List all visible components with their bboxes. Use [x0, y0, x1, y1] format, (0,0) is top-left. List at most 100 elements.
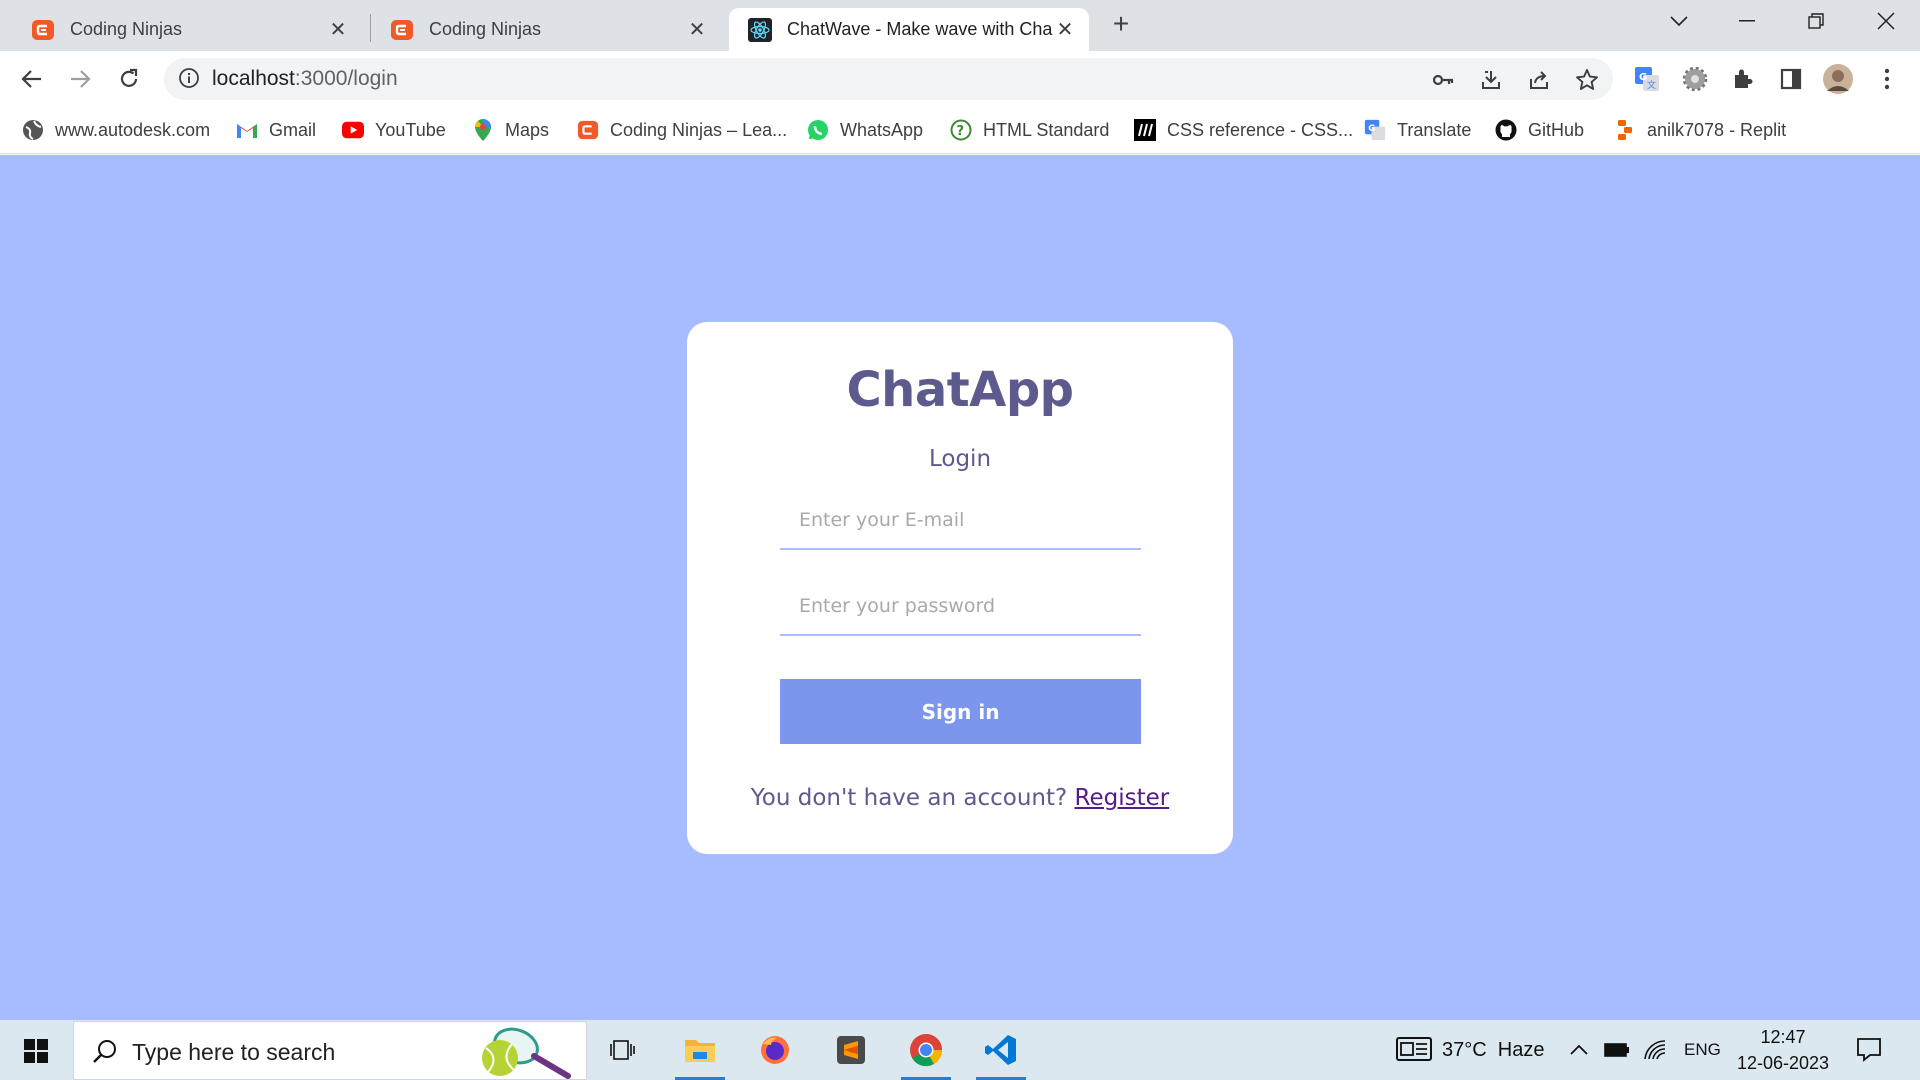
bookmark-github[interactable]: GitHub — [1495, 115, 1584, 145]
vscode-icon[interactable] — [971, 1020, 1031, 1080]
share-icon[interactable] — [1526, 67, 1552, 93]
bookmark-replit[interactable]: anilk7078 - Replit — [1614, 115, 1786, 145]
svg-text:文: 文 — [1647, 79, 1656, 91]
react-icon — [747, 17, 773, 43]
url-host: localhost — [212, 67, 295, 90]
install-app-icon[interactable] — [1478, 67, 1504, 93]
tab-title: Coding Ninjas — [70, 19, 183, 39]
search-icon — [92, 1038, 120, 1066]
tab-search-chevron-icon[interactable] — [1659, 6, 1699, 36]
reload-icon[interactable] — [113, 63, 145, 95]
register-link[interactable]: Register — [1075, 785, 1170, 811]
tennis-racket-icon — [478, 1024, 578, 1080]
wifi-icon[interactable] — [1643, 1034, 1667, 1066]
bookmarks-bar: www.autodesk.com Gmail YouTube Maps Codi… — [0, 107, 1920, 154]
weather-text: 37°C Haze — [1442, 1038, 1545, 1061]
bookmark-star-icon[interactable] — [1574, 67, 1600, 93]
bookmark-label: CSS reference - CSS... — [1167, 119, 1354, 140]
bookmark-maps[interactable]: Maps — [472, 115, 549, 145]
task-view-icon[interactable] — [594, 1020, 654, 1080]
restore-icon[interactable] — [1796, 6, 1836, 36]
tab-close-icon[interactable]: ✕ — [1053, 18, 1077, 42]
bookmark-label: HTML Standard — [983, 119, 1110, 140]
close-window-icon[interactable] — [1866, 6, 1906, 36]
replit-icon — [1614, 119, 1636, 141]
bookmark-label: Maps — [505, 119, 550, 140]
google-translate-icon[interactable]: G文 — [1632, 64, 1662, 94]
forward-arrow-icon[interactable] — [64, 63, 96, 95]
tab-close-icon[interactable]: ✕ — [685, 18, 709, 42]
svg-text:?: ? — [957, 124, 965, 139]
github-icon — [1495, 119, 1517, 141]
weather-widget[interactable]: 37°C Haze — [1396, 1034, 1545, 1066]
bookmark-label: YouTube — [375, 119, 446, 140]
profile-avatar[interactable] — [1823, 64, 1853, 94]
bookmark-label: Translate — [1397, 119, 1472, 140]
tab-strip: Coding Ninjas ✕ Coding Ninjas ✕ ChatWave… — [0, 0, 1920, 51]
coding-ninjas-icon — [389, 17, 415, 43]
bookmark-label: www.autodesk.com — [55, 119, 211, 140]
tab-coding-ninjas-1[interactable]: Coding Ninjas ✕ — [12, 8, 362, 51]
tab-title: ChatWave - Make wave with Cha — [787, 19, 1053, 39]
language-indicator[interactable]: ENG — [1684, 1034, 1721, 1066]
coding-ninjas-icon — [30, 17, 56, 43]
url-text: localhost:3000/login — [212, 67, 398, 91]
bookmark-label: Coding Ninjas – Lea... — [610, 119, 788, 140]
bookmark-autodesk[interactable]: www.autodesk.com — [22, 115, 210, 145]
login-card: ChatApp Login Sign in You don't have an … — [687, 322, 1233, 854]
browser-menu-kebab-icon[interactable] — [1872, 64, 1902, 94]
bookmark-html-standard[interactable]: ? HTML Standard — [950, 115, 1109, 145]
gmail-icon — [236, 119, 258, 141]
bookmark-whatsapp[interactable]: WhatsApp — [807, 115, 923, 145]
bookmark-translate[interactable]: G Translate — [1364, 115, 1471, 145]
notifications-icon[interactable] — [1856, 1033, 1882, 1065]
windows-start-icon[interactable] — [10, 1030, 62, 1072]
html-standard-icon: ? — [950, 119, 972, 141]
minimize-icon[interactable] — [1727, 6, 1767, 36]
battery-icon[interactable] — [1604, 1034, 1630, 1066]
whatsapp-icon — [807, 119, 829, 141]
bookmark-label: WhatsApp — [840, 119, 924, 140]
email-field[interactable] — [780, 492, 1141, 550]
login-page: ChatApp Login Sign in You don't have an … — [0, 155, 1920, 1020]
weather-icon — [1396, 1037, 1432, 1063]
maps-icon — [472, 119, 494, 141]
side-panel-icon[interactable] — [1776, 64, 1806, 94]
firefox-icon[interactable] — [745, 1020, 805, 1080]
taskbar-search-box[interactable]: Type here to search — [73, 1021, 587, 1080]
back-arrow-icon[interactable] — [16, 63, 48, 95]
login-title: Login — [928, 446, 992, 472]
bookmark-coding-ninjas[interactable]: Coding Ninjas – Lea... — [577, 115, 787, 145]
bookmark-gmail[interactable]: Gmail — [236, 115, 316, 145]
svg-text:G: G — [1639, 72, 1647, 83]
password-field[interactable] — [780, 578, 1141, 636]
clock-time: 12:47 — [1760, 1027, 1806, 1047]
app-logo: ChatApp — [846, 362, 1074, 418]
tab-coding-ninjas-2[interactable]: Coding Ninjas ✕ — [371, 8, 721, 51]
search-placeholder: Type here to search — [132, 1039, 336, 1065]
autodesk-icon — [22, 119, 44, 141]
bookmark-css-reference[interactable]: CSS reference - CSS... — [1134, 115, 1353, 145]
password-key-icon[interactable] — [1430, 67, 1456, 93]
file-explorer-icon[interactable] — [670, 1020, 730, 1080]
extension-gear-icon[interactable] — [1680, 64, 1710, 94]
youtube-icon — [342, 119, 364, 141]
site-info-icon[interactable] — [178, 67, 202, 91]
tab-close-icon[interactable]: ✕ — [326, 18, 350, 42]
show-hidden-icons-chevron-icon[interactable] — [1569, 1034, 1589, 1066]
sign-in-button[interactable]: Sign in — [780, 679, 1141, 744]
system-clock[interactable]: 12:47 12-06-2023 — [1728, 1024, 1838, 1076]
new-tab-plus-icon[interactable]: + — [1108, 10, 1134, 38]
svg-text:G: G — [1368, 123, 1375, 133]
bookmark-label: anilk7078 - Replit — [1647, 119, 1787, 140]
address-bar[interactable]: localhost:3000/login — [164, 58, 1613, 100]
clock-date: 12-06-2023 — [1736, 1053, 1830, 1073]
mdn-icon — [1134, 119, 1156, 141]
chrome-icon[interactable] — [896, 1020, 956, 1080]
sublime-text-icon[interactable] — [821, 1020, 881, 1080]
extensions-puzzle-icon[interactable] — [1728, 64, 1758, 94]
windows-taskbar: Type here to search 37°C Haze ENG 12:47 — [0, 1020, 1920, 1080]
coding-ninjas-icon — [577, 119, 599, 141]
bookmark-youtube[interactable]: YouTube — [342, 115, 446, 145]
tab-chatwave[interactable]: ChatWave - Make wave with Cha ✕ — [729, 8, 1089, 51]
